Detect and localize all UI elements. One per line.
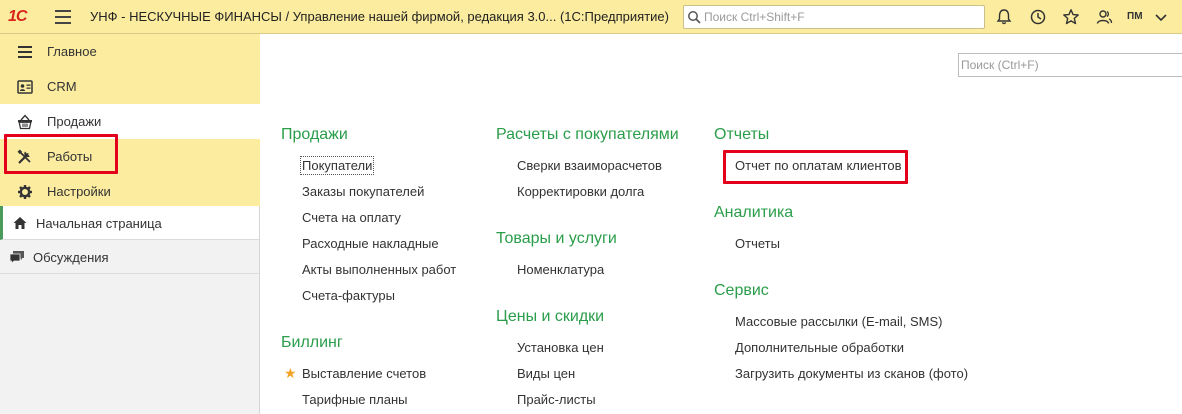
cmd-customer-orders[interactable]: Заказы покупателей [302,184,424,199]
open-window-label: Обсуждения [33,250,109,265]
title-bar: 1С УНФ - НЕСКУЧНЫЕ ФИНАНСЫ / Управление … [0,0,1182,34]
group-title-goods: Товары и услуги [496,230,617,247]
highlight-frame [723,150,908,184]
section-label: Настройки [47,184,111,199]
user-initials[interactable]: ПМ [1127,11,1143,22]
app-logo[interactable]: 1С [8,8,27,26]
cmd-analytics-reports[interactable]: Отчеты [735,236,780,251]
gear-icon [18,185,32,199]
cmd-reconciliations[interactable]: Сверки взаиморасчетов [517,158,662,173]
cmd-customers[interactable]: Покупатели [299,156,375,175]
main-area: Продажи Покупатели Заказы покупателей Сч… [260,34,1182,414]
group-title-sales: Продажи [281,126,348,143]
global-search-input[interactable] [704,8,974,26]
open-window-home[interactable]: Начальная страница [0,206,259,240]
star-icon[interactable] [1062,8,1080,26]
cmd-billing-invoicing[interactable]: Выставление счетов [302,366,426,381]
group-title-reports: Отчеты [714,126,770,143]
section-label: Главное [47,44,97,59]
group-title-settlements: Расчеты с покупателями [496,126,679,143]
section-search-input[interactable] [961,57,1171,73]
cmd-invoices[interactable]: Счета на оплату [302,210,401,225]
open-window-discussions[interactable]: Обсуждения [0,240,259,274]
section-crm[interactable]: CRM [0,69,260,104]
users-icon[interactable] [1095,8,1113,26]
cmd-tariff-plans[interactable]: Тарифные планы [302,392,408,407]
open-window-label: Начальная страница [36,216,162,231]
bell-icon[interactable] [995,8,1013,26]
list-icon [18,46,32,58]
history-icon[interactable] [1029,8,1047,26]
search-icon [688,11,701,24]
contact-card-icon [17,80,33,94]
group-title-billing: Биллинг [281,334,343,351]
open-windows-panel: Начальная страница Обсуждения [0,206,260,414]
chat-icon [9,251,24,265]
section-main[interactable]: Главное [0,34,260,69]
favorite-star-icon[interactable]: ★ [284,365,297,382]
basket-icon [18,114,32,130]
sections-panel: Главное CRM Продажи Работы Настройки [0,34,260,206]
group-title-service: Сервис [714,282,769,299]
section-label: Продажи [47,114,102,129]
home-icon [13,217,27,229]
global-search[interactable] [683,5,985,29]
section-settings[interactable]: Настройки [0,174,260,209]
section-label: CRM [47,79,77,94]
cmd-tax-invoices[interactable]: Счета-фактуры [302,288,395,303]
cmd-price-lists[interactable]: Прайс-листы [517,392,596,407]
cmd-work-acts[interactable]: Акты выполненных работ [302,262,456,277]
cmd-set-prices[interactable]: Установка цен [517,340,604,355]
group-title-analytics: Аналитика [714,204,794,221]
cmd-mass-mailing[interactable]: Массовые рассылки (E-mail, SMS) [735,314,943,329]
cmd-price-types[interactable]: Виды цен [517,366,575,381]
cmd-upload-scans[interactable]: Загрузить документы из сканов (фото) [735,366,968,381]
group-title-prices: Цены и скидки [496,308,605,325]
cmd-nomenclature[interactable]: Номенклатура [517,262,604,277]
section-search[interactable] [958,53,1182,77]
window-title: УНФ - НЕСКУЧНЫЕ ФИНАНСЫ / Управление наш… [90,9,669,24]
cmd-additional-processing[interactable]: Дополнительные обработки [735,340,904,355]
cmd-sales-invoices[interactable]: Расходные накладные [302,236,439,251]
highlight-frame [4,134,118,174]
cmd-debt-adjustments[interactable]: Корректировки долга [517,184,644,199]
main-menu-icon[interactable] [55,10,71,24]
chevron-down-icon[interactable] [1153,9,1169,25]
